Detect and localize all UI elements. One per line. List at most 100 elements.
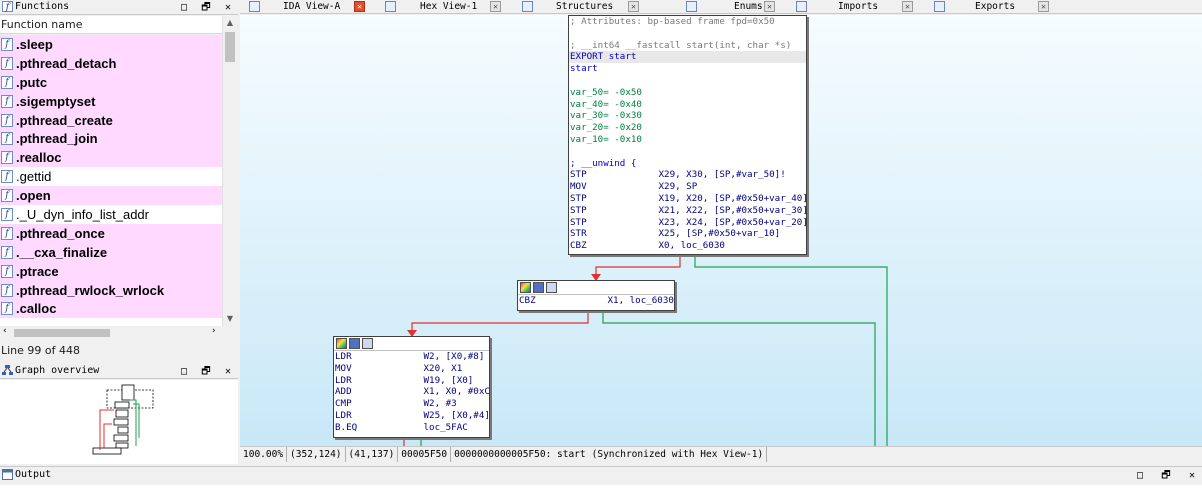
code-line[interactable]: var_20= -0x20 [569,122,806,134]
tab-hex-view-1[interactable]: Hex View-1 ✕ [378,0,506,14]
scroll-right-icon[interactable]: › [212,326,216,336]
code-line[interactable]: ; __int64 __fastcall start(int, char *s) [569,40,806,52]
scroll-thumb[interactable] [225,32,235,62]
hscroll-thumb[interactable] [14,329,110,337]
function-list-item[interactable]: f .__cxa_finalize [0,242,222,262]
enum-icon [686,1,697,12]
function-icon: f [1,132,13,146]
code-line[interactable]: MOV X29, SP [569,181,806,193]
code-line[interactable]: var_40= -0x40 [569,99,806,111]
code-line[interactable]: CBZ X0, loc_6030 [569,240,806,252]
float-button[interactable]: 🗗 [1160,469,1172,483]
tab-exports[interactable]: Exports ✕ [920,0,1050,14]
function-list-item[interactable]: f .pthread_join [0,129,222,149]
function-list-item[interactable]: f .ptrace [0,261,222,281]
functions-panel-titlebar[interactable]: f Functions □ 🗗 ✕ [0,0,238,15]
code-line[interactable]: var_30= -0x30 [569,110,806,122]
tab-bar: IDA View-A ✕ Hex View-1 ✕ Structures ✕ E… [240,0,1202,14]
output-panel-titlebar[interactable]: Output □ 🗗 ✕ [0,468,1202,483]
code-line[interactable]: B.EQ loc_5FAC [334,422,489,434]
tab-close-icon[interactable]: ✕ [1038,1,1049,12]
close-button[interactable]: ✕ [1186,469,1198,483]
edge-false [595,255,681,277]
tab-close-icon[interactable]: ✕ [764,1,775,12]
function-list-item[interactable]: f .putc [0,72,222,92]
code-line[interactable]: STP X23, X24, [SP,#0x50+var_20] [569,217,808,229]
tab-close-icon[interactable]: ✕ [628,1,639,12]
tab-structures[interactable]: Structures ✕ [512,0,646,14]
code-line[interactable]: STR X25, [SP,#0x50+var_10] [569,228,806,240]
float-button[interactable]: 🗗 [200,365,212,379]
code-line[interactable]: LDR W19, [X0] [334,375,489,387]
function-icon: f [1,94,13,108]
color-icon[interactable] [520,282,531,293]
graph-overview-titlebar[interactable]: Graph overview □ 🗗 ✕ [0,364,238,379]
function-list-item[interactable]: f .open [0,186,222,206]
code-line[interactable]: STP X21, X22, [SP,#0x50+var_30] [569,205,808,217]
code-line[interactable]: var_10= -0x10 [569,134,806,146]
code-line[interactable]: CMP W2, #3 [334,398,489,410]
scroll-left-icon[interactable]: ‹ [3,326,7,336]
block-header [334,337,489,351]
tab-close-icon[interactable]: ✕ [490,1,501,12]
vertical-scrollbar[interactable]: ▲ ▼ [222,16,236,326]
hex-icon [385,1,396,12]
code-line[interactable] [569,146,806,158]
tab-imports[interactable]: Imports ✕ [784,0,920,14]
code-line[interactable]: ; __unwind { [569,158,806,170]
minimize-button[interactable]: □ [178,365,190,379]
code-line[interactable]: LDR W2, [X0,#8] [334,351,489,363]
code-line[interactable]: EXPORT start [569,51,806,64]
minimize-button[interactable]: □ [1134,469,1146,483]
function-icon: f [1,245,13,259]
color-icon[interactable] [336,338,347,349]
code-block-cbz[interactable]: CBZ X1, loc_6030 [517,280,675,311]
function-list-item[interactable]: f .realloc [0,148,222,168]
function-list-item[interactable]: f ._U_dyn_info_list_addr [0,205,222,224]
function-list-item[interactable]: f .sigemptyset [0,91,222,111]
close-button[interactable]: ✕ [222,1,234,15]
code-line[interactable] [569,28,806,40]
float-button[interactable]: 🗗 [200,1,212,15]
code-line[interactable]: ; Attributes: bp-based frame fpd=0x50 [569,16,806,28]
block-code: LDR W2, [X0,#8] MOV X20, X1 LDR W19, [X0] A… [334,351,490,434]
graph-overview-icon [2,365,13,375]
code-block-start[interactable]: ; Attributes: bp-based frame fpd=0x50 ; _… [568,15,808,255]
function-list-item[interactable]: f .gettid [0,167,222,187]
function-list-item[interactable]: f .pthread_create [0,110,222,130]
code-line[interactable]: start [569,63,806,75]
code-line[interactable] [569,75,806,87]
horizontal-scrollbar[interactable]: ‹ › [0,326,222,340]
output-text-area[interactable] [0,485,1202,489]
column-header-function-name[interactable]: Function name [0,16,222,34]
function-icon: f [1,56,13,70]
output-icon [2,469,13,480]
code-line[interactable]: CBZ X1, loc_6030 [518,295,674,307]
code-block-ldr[interactable]: LDR W2, [X0,#8] MOV X20, X1 LDR W19, [X0] A… [333,336,490,438]
function-list-item[interactable]: f .calloc [0,299,222,319]
code-line[interactable]: STP X19, X20, [SP,#0x50+var_40] [569,193,808,205]
close-button[interactable]: ✕ [222,365,234,379]
function-list-item[interactable]: f .pthread_once [0,223,222,243]
tab-close-icon[interactable]: ✕ [354,1,365,12]
scroll-up-icon[interactable]: ▲ [225,18,235,30]
code-line[interactable]: LDR W25, [X0,#4] [334,410,490,422]
function-list-item[interactable]: f .pthread_rwlock_wrlock [0,280,222,300]
tab-close-icon[interactable]: ✕ [902,1,913,12]
function-list-item[interactable]: f .pthread_detach [0,53,222,73]
minimize-button[interactable]: □ [178,1,190,15]
code-line[interactable]: STP X29, X30, [SP,#var_50]! [569,169,806,181]
grouping-icon[interactable] [546,282,557,293]
code-line[interactable]: MOV X20, X1 [334,363,489,375]
rename-icon[interactable] [533,282,544,293]
scroll-down-icon[interactable]: ▼ [225,314,235,326]
tab-enums[interactable]: Enums ✕ [646,0,784,14]
rename-icon[interactable] [349,338,360,349]
function-list-item[interactable]: f .sleep [0,35,222,54]
graph-overview-canvas[interactable] [0,380,238,464]
code-line[interactable]: ADD X1, X0, #0xC [334,386,490,398]
tab-ida-view-a[interactable]: IDA View-A ✕ [240,0,372,14]
grouping-icon[interactable] [362,338,373,349]
code-line[interactable]: var_50= -0x50 [569,87,806,99]
graph-canvas[interactable]: ; Attributes: bp-based frame fpd=0x50 ; _… [240,15,1202,446]
